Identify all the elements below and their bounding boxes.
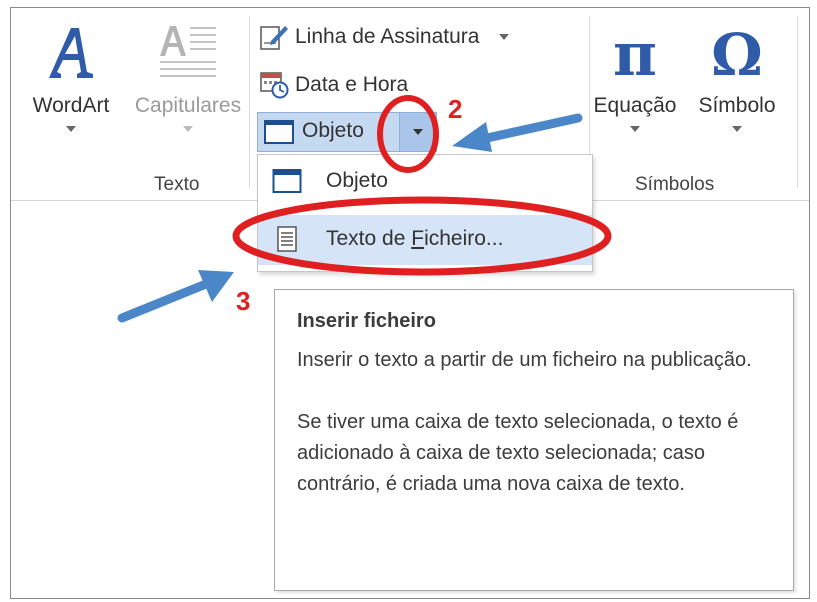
data-hora-label: Data e Hora — [295, 73, 409, 96]
chevron-down-icon[interactable] — [732, 126, 742, 132]
step-number-2: 2 — [448, 94, 463, 124]
simbolo-label: Símbolo — [698, 94, 776, 117]
group-divider — [249, 16, 250, 188]
menu-item-label: Objeto — [326, 169, 388, 192]
objeto-split-button[interactable]: Objeto — [257, 112, 437, 152]
linha-assinatura-label: Linha de Assinatura — [295, 25, 480, 48]
chevron-down-icon — [183, 126, 193, 132]
tooltip-description: Inserir o texto a partir de um ficheiro … — [297, 349, 752, 371]
capitulares-button[interactable]: Capitulares — [123, 22, 253, 132]
chevron-down-icon[interactable] — [499, 34, 510, 40]
tooltip-title: Inserir ficheiro — [297, 310, 436, 332]
menu-item-objeto[interactable]: Objeto — [258, 157, 592, 207]
chevron-down-icon — [413, 129, 423, 135]
menu-item-texto-de-ficheiro[interactable]: Texto de Ficheiro... — [258, 215, 592, 265]
chevron-down-icon[interactable] — [630, 126, 640, 132]
chevron-down-icon[interactable] — [66, 126, 76, 132]
text-file-icon — [277, 226, 297, 252]
wordart-button[interactable]: WordArt — [21, 22, 121, 132]
menu-item-label: Texto de Ficheiro... — [326, 227, 503, 251]
texto-group-label: Texto — [154, 174, 200, 195]
simbolo-button[interactable]: Ω Símbolo — [687, 22, 787, 132]
object-icon — [272, 169, 302, 193]
application-window: WordArt Capitulares Texto Linha de Assin… — [10, 7, 810, 599]
label-prefix: Texto de — [326, 227, 412, 250]
capitulares-label: Capitulares — [134, 94, 242, 117]
wordart-icon — [49, 28, 93, 78]
group-divider — [797, 16, 798, 188]
data-hora-button[interactable]: Data e Hora — [259, 68, 408, 102]
signature-line-icon — [260, 26, 288, 50]
tooltip: Inserir ficheiro Inserir o texto a parti… — [274, 289, 794, 591]
omega-icon: Ω — [711, 21, 763, 89]
object-icon — [264, 120, 294, 144]
accelerator-key: F — [411, 227, 425, 250]
equacao-button[interactable]: π Equação — [587, 22, 683, 132]
step-number-3: 3 — [236, 286, 251, 316]
wordart-label: WordArt — [32, 94, 110, 117]
equacao-label: Equação — [593, 94, 677, 117]
simbolos-group-label: Símbolos — [635, 174, 715, 195]
date-time-icon — [260, 72, 289, 99]
pi-icon: π — [613, 20, 657, 90]
objeto-dropdown-menu: Objeto Texto de Ficheiro... — [257, 154, 593, 272]
objeto-label: Objeto — [302, 119, 364, 142]
drop-cap-icon — [160, 26, 216, 77]
tooltip-detail: Se tiver uma caixa de texto selecionada,… — [297, 411, 739, 495]
linha-assinatura-button[interactable]: Linha de Assinatura — [259, 20, 510, 54]
objeto-dropdown-arrow[interactable] — [399, 113, 436, 151]
label-suffix: icheiro... — [424, 227, 504, 250]
